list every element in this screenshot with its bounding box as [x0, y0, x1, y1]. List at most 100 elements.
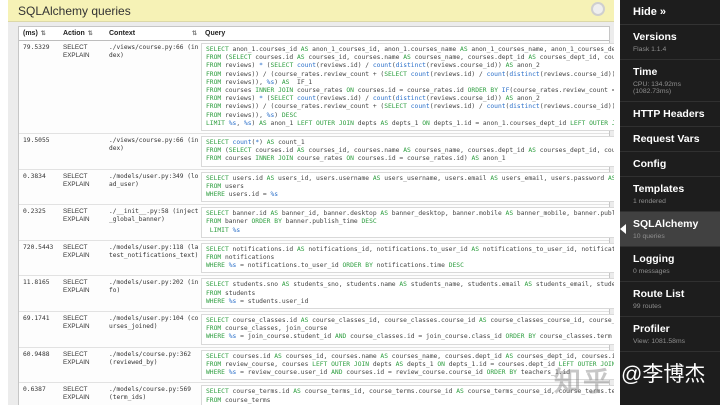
column-header-action[interactable]: Action ⇅: [59, 27, 105, 40]
action-explain-link[interactable]: EXPLAIN: [63, 252, 103, 260]
sidebar-item-sublabel: 0 messages: [633, 268, 670, 275]
table-row: 0.6387 SELECT EXPLAIN ./models/course.py:56…: [19, 383, 614, 405]
table-row: 11.8165 SELECT EXPLAIN ./models/user.py:202…: [19, 276, 614, 313]
query-action: SELECT EXPLAIN: [59, 170, 105, 205]
sidebar-item-time[interactable]: Time CPU: 134.92ms (1082.73ms): [620, 60, 720, 102]
action-select-link[interactable]: SELECT: [63, 244, 103, 252]
column-header-context[interactable]: Context ⇅: [105, 27, 201, 40]
query-sql[interactable]: SELECT course_classes.id AS course_class…: [201, 314, 614, 345]
table-header-row: (ms) ⇅ Action ⇅ Context ⇅ Query: [19, 27, 609, 41]
action-select-link[interactable]: SELECT: [63, 173, 103, 181]
sidebar-item-sublabel: 1 rendered: [633, 198, 666, 205]
query-action: SELECT EXPLAIN: [59, 312, 105, 347]
query-sql[interactable]: SELECT courses.id AS courses_id, courses…: [201, 349, 614, 381]
action-explain-link[interactable]: EXPLAIN: [63, 216, 103, 224]
sidebar-item-label: Versions: [633, 31, 677, 43]
watermark-site-logo: 知乎: [554, 367, 612, 397]
sidebar-item-sublabel: View: 1081.58ms: [633, 338, 686, 345]
sidebar-item-sqlalchemy[interactable]: SQLAlchemy 10 queries: [620, 212, 720, 247]
query-action: SELECT EXPLAIN: [59, 205, 105, 240]
panel-header: SQLAlchemy queries: [8, 0, 614, 22]
action-explain-link[interactable]: EXPLAIN: [63, 52, 103, 60]
query-sql[interactable]: SELECT banner.id AS banner_id, banner.de…: [201, 207, 614, 238]
query-duration: 60.9488: [23, 350, 50, 358]
action-select-link[interactable]: SELECT: [63, 386, 103, 394]
query-duration: 0.6387: [23, 386, 46, 394]
query-sql[interactable]: SELECT anon_1.courses_id AS anon_1_cours…: [201, 43, 614, 132]
query-context: ./models/course.py:362 (reviewed_by): [109, 350, 191, 366]
debug-toolbar-sidebar: Hide » Versions Flask 1.1.4 Time CPU: 134.9…: [620, 0, 720, 405]
table-row: 0.2325 SELECT EXPLAIN ./__init__.py:58 (inj…: [19, 205, 614, 241]
query-action: SELECT EXPLAIN: [59, 383, 105, 405]
query-action: SELECT EXPLAIN: [59, 276, 105, 311]
query-duration: 69.1741: [23, 315, 50, 323]
sidebar-item-label: HTTP Headers: [633, 108, 705, 120]
action-select-link[interactable]: SELECT: [63, 208, 103, 216]
query-duration: 11.8165: [23, 279, 50, 287]
query-duration: 0.3834: [23, 172, 46, 180]
query-sql[interactable]: SELECT students.sno AS students_sno, stu…: [201, 278, 614, 310]
queries-table: (ms) ⇅ Action ⇅ Context ⇅ Query 79.5329 SELECT E…: [18, 26, 614, 405]
debug-toolbar-panel: SQLAlchemy queries (ms) ⇅ Action ⇅ Context ⇅ Q…: [8, 0, 614, 405]
sidebar-item-sublabel: 99 routes: [633, 303, 662, 310]
sidebar-item-label: Logging: [633, 253, 675, 265]
query-context: ./models/user.py:202 (info): [109, 279, 199, 295]
active-panel-arrow-icon: [620, 224, 626, 234]
action-select-link[interactable]: SELECT: [63, 351, 103, 359]
action-select-link[interactable]: SELECT: [63, 44, 103, 52]
query-action: SELECT EXPLAIN: [59, 241, 105, 276]
sidebar-item-label: Config: [633, 158, 667, 170]
query-action: [59, 134, 105, 169]
sort-icon: ⇅: [191, 31, 197, 37]
sidebar-item-label: Route List: [633, 288, 685, 300]
action-explain-link[interactable]: EXPLAIN: [63, 359, 103, 367]
query-duration: 720.5443: [23, 243, 54, 251]
sidebar-item-route-list[interactable]: Route List 99 routes: [620, 282, 720, 317]
query-table-body: 79.5329 SELECT EXPLAIN ./views/course.py:66…: [19, 41, 614, 405]
sidebar-item-logging[interactable]: Logging 0 messages: [620, 247, 720, 282]
query-context: ./models/user.py:104 (courses_joined): [109, 315, 199, 331]
sidebar-item-profiler[interactable]: Profiler View: 1081.58ms: [620, 317, 720, 352]
query-duration: 79.5329: [23, 44, 50, 51]
watermark-author: @李博杰: [621, 363, 706, 386]
query-context: ./models/course.py:569 (term_ids): [109, 386, 191, 402]
sidebar-item-config[interactable]: Config: [620, 152, 720, 177]
sidebar-item-label: Time: [633, 66, 658, 78]
query-duration: 0.2325: [23, 208, 46, 216]
sidebar-item-request-vars[interactable]: Request Vars: [620, 127, 720, 152]
column-header-query[interactable]: Query: [201, 27, 609, 40]
table-row: 69.1741 SELECT EXPLAIN ./models/user.py:104…: [19, 312, 614, 348]
query-sql[interactable]: SELECT count(*) AS count_1 FROM (SELECT …: [201, 136, 614, 167]
sidebar-item-versions[interactable]: Versions Flask 1.1.4: [620, 25, 720, 60]
sidebar-items: Versions Flask 1.1.4 Time CPU: 134.92ms (10…: [620, 25, 720, 352]
sidebar-item-http-headers[interactable]: HTTP Headers: [620, 102, 720, 127]
sidebar-item-templates[interactable]: Templates 1 rendered: [620, 177, 720, 212]
query-sql[interactable]: SELECT course_terms.id AS course_terms_i…: [201, 385, 614, 405]
query-action: SELECT EXPLAIN: [59, 41, 105, 133]
action-explain-link[interactable]: EXPLAIN: [63, 323, 103, 331]
sidebar-item-label: Templates: [633, 183, 685, 195]
circle-button-icon[interactable]: [591, 2, 605, 16]
query-sql[interactable]: SELECT users.id AS users_id, users.usern…: [201, 171, 614, 203]
sidebar-item-sublabel: Flask 1.1.4: [633, 46, 667, 53]
query-context: ./models/user.py:118 (latest_notificatio…: [109, 243, 199, 259]
action-select-link[interactable]: SELECT: [63, 315, 103, 323]
column-header-ms[interactable]: (ms) ⇅: [19, 27, 59, 40]
query-action: SELECT EXPLAIN: [59, 348, 105, 383]
query-context: ./views/course.py:66 (index): [109, 44, 199, 59]
query-context: ./__init__.py:58 (inject_global_banner): [109, 208, 199, 224]
sidebar-item-label: SQLAlchemy: [633, 218, 699, 230]
action-explain-link[interactable]: EXPLAIN: [63, 181, 103, 189]
sidebar-item-sublabel: 10 queries: [633, 233, 665, 240]
action-explain-link[interactable]: EXPLAIN: [63, 394, 103, 402]
sort-icon: ⇅: [87, 31, 93, 37]
query-context: ./views/course.py:66 (index): [109, 137, 199, 153]
sidebar-item-label: Request Vars: [633, 133, 700, 145]
action-select-link[interactable]: SELECT: [63, 279, 103, 287]
table-row: 60.9488 SELECT EXPLAIN ./models/course.py:3…: [19, 347, 614, 384]
sort-icon: ⇅: [40, 31, 46, 37]
query-context: ./models/user.py:349 (load_user): [109, 172, 199, 188]
action-explain-link[interactable]: EXPLAIN: [63, 287, 103, 295]
hide-toolbar-button[interactable]: Hide »: [620, 0, 720, 25]
query-sql[interactable]: SELECT notifications.id AS notifications…: [201, 242, 614, 274]
